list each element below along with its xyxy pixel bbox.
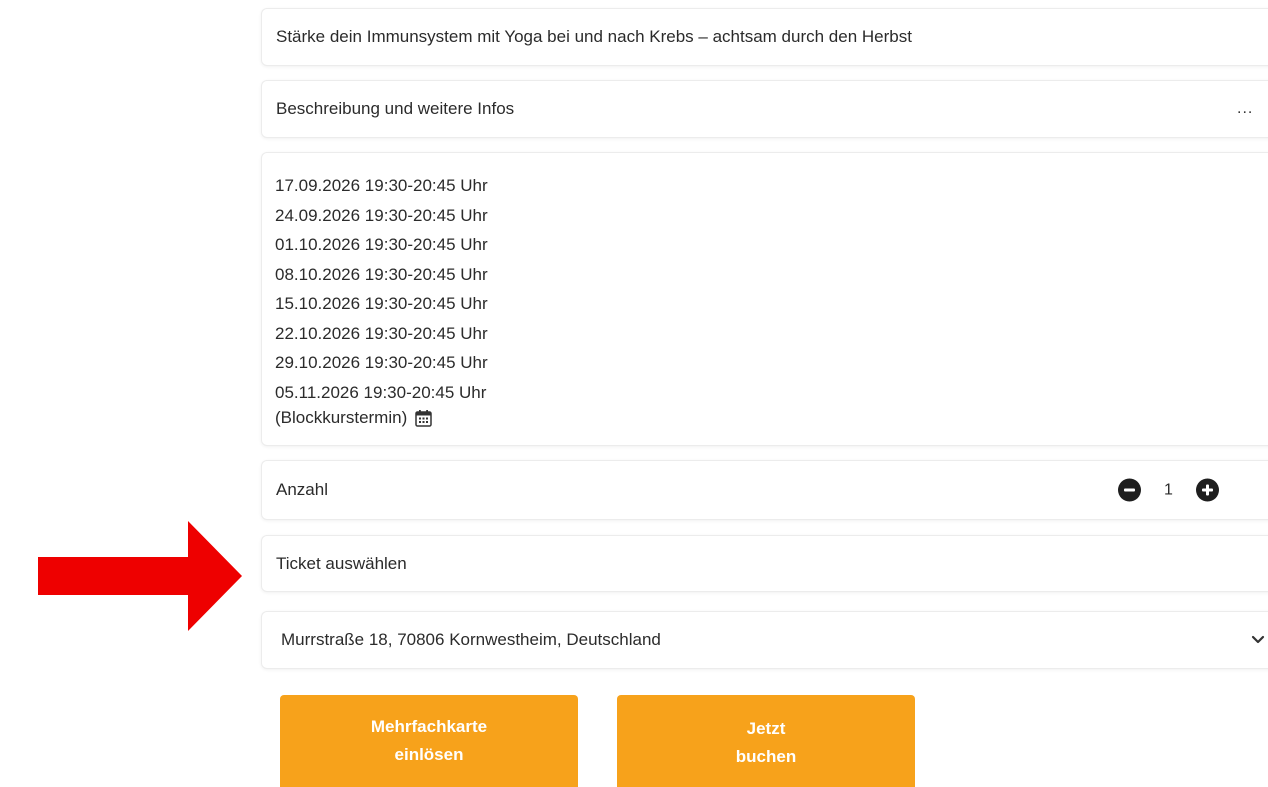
plus-circle-icon[interactable] xyxy=(1196,478,1219,502)
redeem-button-line2: einlösen xyxy=(394,745,464,764)
date-item: 17.09.2026 19:30-20:45 Uhr xyxy=(275,176,488,195)
description-label: Beschreibung und weitere Infos xyxy=(276,99,515,118)
book-now-button[interactable]: Jetzt buchen xyxy=(617,695,915,787)
date-item: 05.11.2026 19:30-20:45 Uhr xyxy=(275,382,487,402)
date-item: 22.10.2026 19:30-20:45 Uhr xyxy=(275,323,488,343)
minus-circle-icon[interactable] xyxy=(1118,478,1141,502)
ticket-select[interactable]: Ticket auswählen xyxy=(261,535,1268,592)
block-course-line: (Blockkurstermin) xyxy=(275,407,432,429)
booking-page: Stärke dein Immunsystem mit Yoga bei und… xyxy=(0,0,1268,787)
course-title: Stärke dein Immunsystem mit Yoga bei und… xyxy=(276,27,912,46)
date-item: 24.09.2026 19:30-20:45 Uhr xyxy=(275,205,488,225)
description-toggle[interactable]: Beschreibung und weitere Infos ... xyxy=(261,80,1268,138)
quantity-card: Anzahl 1 xyxy=(261,460,1268,520)
location-selected-value: Murrstraße 18, 70806 Kornwestheim, Deuts… xyxy=(281,630,661,649)
date-item: 29.10.2026 19:30-20:45 Uhr xyxy=(275,353,488,372)
block-course-label: (Blockkurstermin) xyxy=(275,408,408,427)
location-select[interactable]: Murrstraße 18, 70806 Kornwestheim, Deuts… xyxy=(261,611,1268,669)
quantity-label: Anzahl xyxy=(276,480,328,499)
date-item: 08.10.2026 19:30-20:45 Uhr xyxy=(275,264,488,284)
quantity-stepper: 1 xyxy=(1118,478,1219,502)
ticket-select-label: Ticket auswählen xyxy=(276,553,407,573)
redeem-multi-card-button[interactable]: Mehrfachkarte einlösen xyxy=(280,695,578,787)
date-item: 15.10.2026 19:30-20:45 Uhr xyxy=(275,294,488,313)
redeem-button-line1: Mehrfachkarte xyxy=(370,717,488,736)
calendar-icon[interactable] xyxy=(415,409,432,427)
dates-list: 17.09.2026 19:30-20:45 Uhr 24.09.2026 19:… xyxy=(275,171,488,407)
course-title-card: Stärke dein Immunsystem mit Yoga bei und… xyxy=(261,8,1268,66)
dates-card: 17.09.2026 19:30-20:45 Uhr 24.09.2026 19:… xyxy=(261,152,1268,446)
red-arrow-annotation xyxy=(38,521,242,631)
date-item: 01.10.2026 19:30-20:45 Uhr xyxy=(275,235,488,254)
more-options-icon[interactable]: ... xyxy=(1237,100,1253,118)
quantity-value: 1 xyxy=(1164,481,1173,498)
book-button-line1: Jetzt xyxy=(746,719,786,738)
book-button-line2: buchen xyxy=(735,747,797,766)
chevron-down-icon[interactable] xyxy=(1251,635,1265,645)
